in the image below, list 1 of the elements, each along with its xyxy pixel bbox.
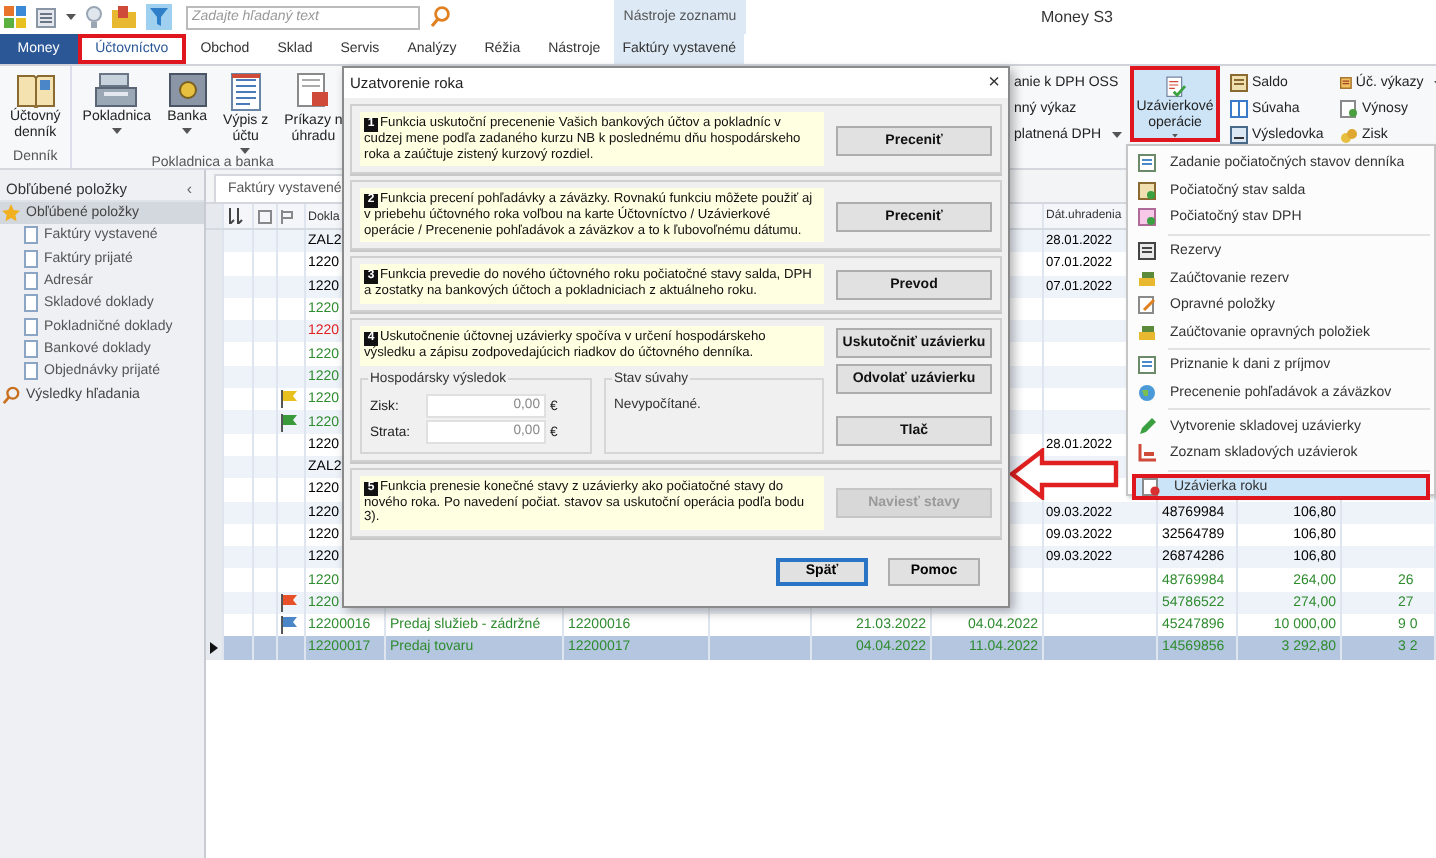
window-title: Money S3 (1040, 8, 1114, 26)
